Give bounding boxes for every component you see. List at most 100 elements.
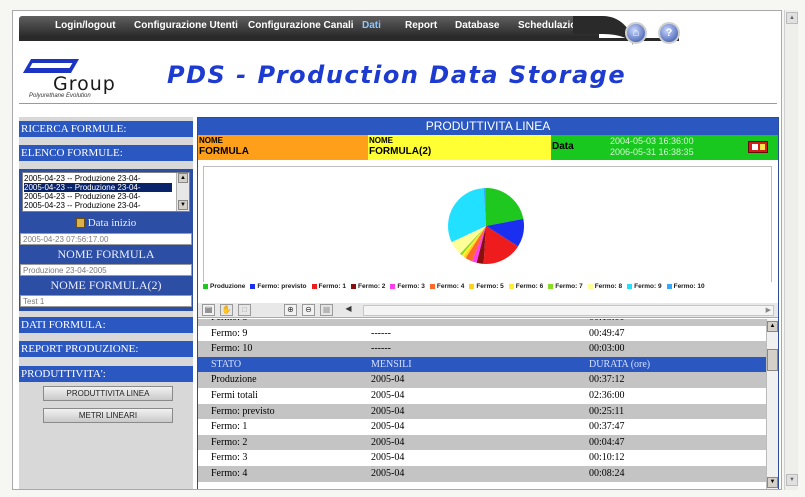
table-row: Fermo: 4 2005-04 00:08:24 <box>198 466 766 482</box>
browser-scrollbar[interactable]: ▲ ▼ <box>784 10 798 490</box>
legend-swatch <box>311 283 317 289</box>
nav-bar: Login/logout Configurazione Utenti Confi… <box>19 16 599 38</box>
table-cell-durata: DURATA (ore) <box>589 358 651 370</box>
nome-formula2-cell: NOME FORMULA(2) <box>368 135 551 160</box>
legend-entry: Fermo: 6 <box>508 282 543 292</box>
nome-formula2-field[interactable]: Test 1 <box>20 295 192 307</box>
hand-icon[interactable]: ✋ <box>220 304 233 316</box>
zoom-out-icon[interactable]: ⊖ <box>302 304 315 316</box>
nome2-label: NOME <box>369 136 393 145</box>
formula-panel: 2005-04-23 -- Produzione 23-04- 2005-04-… <box>19 169 193 311</box>
sidebar-produttivita[interactable]: PRODUTTIVITA': <box>19 366 193 382</box>
formula-listbox[interactable]: 2005-04-23 -- Produzione 23-04- 2005-04-… <box>22 172 190 212</box>
chart-area <box>203 166 772 300</box>
home-icon[interactable]: ⌂ <box>625 22 647 44</box>
data-inizio-field[interactable]: 2005-04-23 07:56:17.00 <box>20 233 192 245</box>
table-cell-mensili: MENSILI <box>371 358 412 370</box>
nome-formula2-label: NOME FORMULA(2) <box>50 278 162 292</box>
sidebar-ricerca-formule[interactable]: RICERCA FORMULE: <box>19 121 193 137</box>
legend-entry: Fermo: 3 <box>390 282 425 292</box>
sidebar-report-produzione[interactable]: REPORT PRODUZIONE: <box>19 341 193 357</box>
nav-configurazione-utenti[interactable]: Configurazione Utenti <box>134 20 238 31</box>
table-cell-durata: 00:15:00 <box>589 319 625 326</box>
nome-formula-cell: NOME FORMULA <box>198 135 368 160</box>
copy-icon[interactable]: □ <box>238 304 251 316</box>
legend-entry: Produzione <box>203 282 245 292</box>
legend-label: Fermo: 8 <box>594 283 623 290</box>
sidebar: RICERCA FORMULE: ELENCO FORMULE: 2005-04… <box>19 117 193 489</box>
zoom-in-icon[interactable]: ⊕ <box>284 304 297 316</box>
help-icon[interactable]: ? <box>658 22 680 44</box>
export-icon[interactable] <box>748 141 768 153</box>
table-row: Fermo: 2 2005-04 00:04:47 <box>198 434 766 451</box>
table-cell-stato: Fermo: 8 <box>211 319 247 326</box>
legend-entry: Fermo: 9 <box>627 282 662 292</box>
table-cell-mensili: ------ <box>371 343 391 355</box>
nav-login-logout[interactable]: Login/logout <box>55 20 116 31</box>
nav-configurazione-canali[interactable]: Configurazione Canali <box>248 20 354 31</box>
metri-lineari-button[interactable]: METRI LINEARI <box>43 408 173 423</box>
logo-text: Group <box>53 73 116 95</box>
data-label-cell: Data <box>551 135 608 160</box>
scroll-down-icon[interactable]: ▼ <box>786 474 798 486</box>
formula-label: FORMULA <box>199 146 249 157</box>
sidebar-elenco-formule[interactable]: ELENCO FORMULE: <box>19 145 193 161</box>
legend-swatch <box>250 283 256 289</box>
nav-dati[interactable]: Dati <box>362 20 381 31</box>
browser-frame: Login/logout Configurazione Utenti Confi… <box>0 0 805 497</box>
table-cell-stato: Fermo: 4 <box>211 468 248 479</box>
nav-underline <box>19 38 679 41</box>
calendar-icon <box>75 218 85 229</box>
nav-database[interactable]: Database <box>455 20 499 31</box>
table-cell-stato: Fermo: 2 <box>211 436 248 448</box>
table-row: Fermo: 3 2005-04 00:10:12 <box>198 450 766 466</box>
scroll-right-icon[interactable]: ▶ <box>766 306 771 314</box>
scroll-down-icon[interactable]: ▼ <box>767 477 778 488</box>
legend-label: Fermo: 9 <box>634 283 662 290</box>
listbox-scrollbar[interactable]: ▲ ▼ <box>176 173 189 211</box>
produttivita-linea-button[interactable]: PRODUTTIVITA LINEA <box>43 386 173 401</box>
table-cell-stato: Fermi totali <box>211 390 258 401</box>
table-cell-mensili: 2005-04 <box>371 436 405 448</box>
table-cell-stato: Fermo: 9 <box>211 327 248 339</box>
list-item-selected[interactable]: 2005-04-23 -- Produzione 23-04- <box>24 183 172 192</box>
formula2-label: FORMULA(2) <box>369 146 432 157</box>
horizontal-scrollbar[interactable]: ▶ <box>363 305 774 316</box>
nome-formula-label: NOME FORMULA <box>57 247 155 261</box>
scroll-left-icon[interactable]: ◀ <box>342 304 355 316</box>
grid-icon[interactable]: ▦ <box>320 304 333 316</box>
table-row: Fermo: 10 ------ 00:03:00 <box>198 341 766 357</box>
app-title: PDS - Production Data Storage <box>167 61 627 89</box>
table-cell-durata: 00:37:47 <box>589 421 625 433</box>
legend-label: Fermo: 4 <box>436 283 465 290</box>
list-item[interactable]: 2005-04-23 -- Produzione 23-04- <box>24 201 172 210</box>
export-cell <box>732 135 778 160</box>
table-vertical-scrollbar[interactable]: ▲ ▼ <box>766 319 778 489</box>
scroll-down-icon[interactable]: ▼ <box>178 200 188 210</box>
scroll-up-icon[interactable]: ▲ <box>178 173 188 183</box>
scroll-thumb[interactable] <box>767 349 778 371</box>
table-cell-stato: Fermo: 3 <box>211 452 248 464</box>
chart-toolbar: ▤ ✋ □ ⊕ ⊖ ▦ ◀ ▶ <box>198 303 778 318</box>
scroll-up-icon[interactable]: ▲ <box>786 12 798 24</box>
export-icon-window <box>752 144 758 150</box>
scroll-up-icon[interactable]: ▲ <box>767 321 778 332</box>
table-row: Fermo: 9 ------ 00:49:47 <box>198 326 766 342</box>
table-header-row: STATO MENSILI DURATA (ore) <box>198 356 766 373</box>
legend-label: Fermo: 5 <box>476 283 504 290</box>
legend-entry: Fermo: 4 <box>429 282 465 292</box>
nome-formula-field[interactable]: Produzione 23-04-2005 <box>20 264 192 276</box>
nome-label: NOME <box>199 136 223 145</box>
data-table: Fermo: 800:15:00Fermo: 9------00:49:47Fe… <box>198 319 766 489</box>
properties-icon[interactable]: ▤ <box>202 304 215 316</box>
list-item[interactable]: 2005-04-23 -- Produzione 23-04- <box>24 174 172 183</box>
date-from: 2004-05-03 16:36:00 <box>610 136 694 146</box>
list-item[interactable]: 2005-04-23 -- Produzione 23-04- <box>24 192 172 201</box>
table-row: Fermo: 8 00:15:00 <box>198 319 766 326</box>
table-cell-mensili: 2005-04 <box>371 468 405 479</box>
sidebar-dati-formula[interactable]: DATI FORMULA: <box>19 317 193 333</box>
table-cell-durata: 00:49:47 <box>589 327 625 339</box>
web-page: Login/logout Configurazione Utenti Confi… <box>12 10 782 490</box>
nav-report[interactable]: Report <box>405 20 437 31</box>
panel-title: PRODUTTIVITA LINEA <box>198 118 778 135</box>
